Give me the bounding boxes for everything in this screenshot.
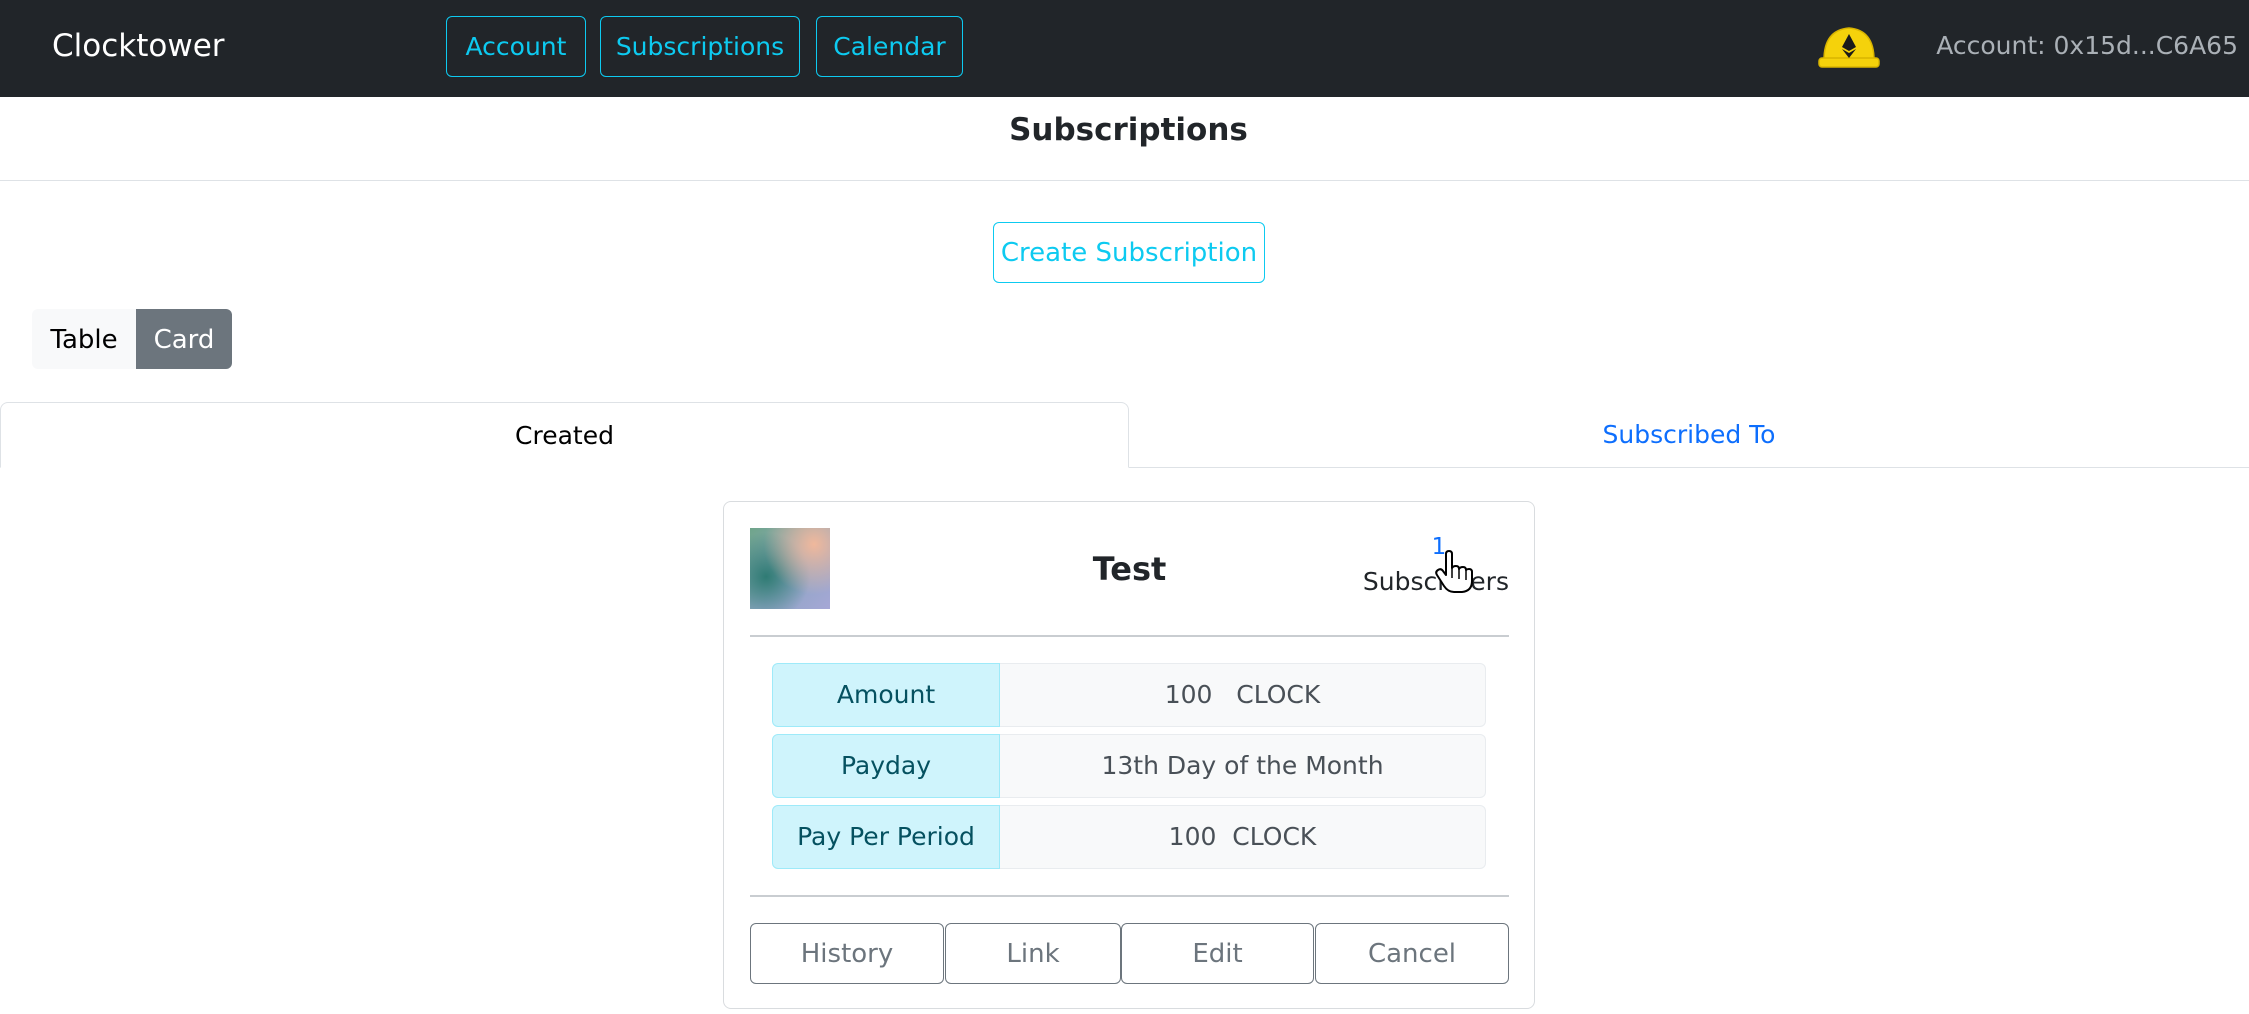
tab-created[interactable]: Created [0, 402, 1129, 468]
info-value-payday: 13th Day of the Month [1000, 734, 1486, 798]
brand-logo[interactable]: Clocktower [52, 24, 225, 68]
header-divider [0, 180, 2249, 181]
card-divider-top [750, 635, 1509, 637]
info-label-amount: Amount [772, 663, 1000, 727]
info-row-payday: Payday 13th Day of the Month [772, 734, 1486, 798]
ethereum-helmet-icon[interactable] [1818, 22, 1880, 70]
nav-account-button[interactable]: Account [446, 16, 586, 77]
info-label-payday: Payday [772, 734, 1000, 798]
nav-calendar-button[interactable]: Calendar [816, 16, 963, 77]
info-value-pay-per-period: 100 CLOCK [1000, 805, 1486, 869]
info-label-pay-per-period: Pay Per Period [772, 805, 1000, 869]
info-value-amount: 100 CLOCK [1000, 663, 1486, 727]
info-row-pay-per-period: Pay Per Period 100 CLOCK [772, 805, 1486, 869]
subscription-card: Test 1 Subscribers Amount 100 CLOCK Payd… [723, 501, 1535, 1009]
page-title: Subscriptions [1009, 112, 1248, 148]
toggle-table-button[interactable]: Table [32, 309, 136, 369]
nav-subscriptions-button[interactable]: Subscriptions [600, 16, 800, 77]
info-row-amount: Amount 100 CLOCK [772, 663, 1486, 727]
edit-button[interactable]: Edit [1121, 923, 1314, 984]
link-button[interactable]: Link [945, 923, 1121, 984]
tab-subscribed-to[interactable]: Subscribed To [1129, 402, 2249, 468]
toggle-card-button[interactable]: Card [136, 309, 232, 369]
view-toggle: Table Card [32, 309, 232, 369]
history-button[interactable]: History [750, 923, 944, 984]
create-subscription-button[interactable]: Create Subscription [993, 222, 1265, 283]
cancel-button[interactable]: Cancel [1315, 923, 1509, 984]
account-address: Account: 0x15d...C6A65 [1936, 31, 2238, 60]
hand-pointer-icon [1435, 550, 1473, 593]
navbar: Clocktower Account Subscriptions Calenda… [0, 0, 2249, 97]
card-divider-bottom [750, 895, 1509, 897]
